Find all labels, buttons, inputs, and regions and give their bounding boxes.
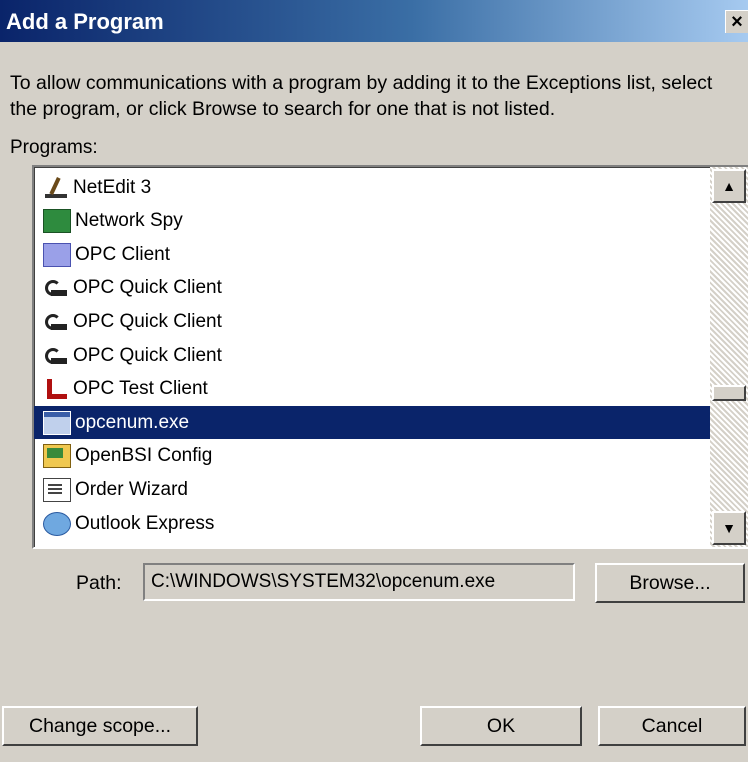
- title-bar: Add a Program ×: [0, 0, 748, 42]
- netedit-icon: [43, 177, 69, 199]
- window-title: Add a Program: [6, 9, 164, 34]
- close-button[interactable]: ×: [725, 10, 748, 33]
- scroll-up-button[interactable]: ▲: [712, 169, 746, 203]
- opc-client-icon: [43, 242, 71, 267]
- program-label: OpenBSI Config: [75, 445, 213, 467]
- program-label: OPC Quick Client: [73, 277, 222, 299]
- programs-listbox[interactable]: NetEdit 3 Network Spy OPC Client OPC Quick …: [32, 165, 748, 549]
- program-label: OPC Client: [75, 243, 171, 265]
- program-list-item[interactable]: NetEdit 3: [34, 171, 710, 204]
- opc-quick-client-icon: [43, 277, 69, 299]
- program-label: Network Spy: [75, 210, 183, 232]
- cancel-button[interactable]: Cancel: [598, 706, 746, 746]
- vertical-scrollbar[interactable]: ▲ ▼: [710, 167, 748, 547]
- scroll-thumb[interactable]: [712, 385, 746, 401]
- program-label: Order Wizard: [75, 478, 188, 500]
- path-label: Path:: [76, 572, 122, 594]
- program-list-item[interactable]: OPC Test Client: [34, 373, 710, 406]
- ok-button[interactable]: OK: [420, 706, 582, 746]
- change-scope-button[interactable]: Change scope...: [2, 706, 198, 746]
- opc-quick-client-icon: [43, 311, 69, 333]
- application-window-icon: [43, 410, 71, 435]
- program-list-item[interactable]: Network Spy: [34, 205, 710, 238]
- order-wizard-icon: [43, 477, 71, 502]
- program-list-item[interactable]: opcenum.exe: [34, 406, 710, 440]
- program-label: Outlook Express: [75, 512, 215, 534]
- programs-list: NetEdit 3 Network Spy OPC Client OPC Quick …: [34, 167, 710, 547]
- outlook-express-icon: [43, 511, 71, 536]
- opc-quick-client-icon: [43, 345, 69, 367]
- program-label: OPC Quick Client: [73, 344, 222, 366]
- network-spy-icon: [43, 209, 71, 234]
- scroll-down-button[interactable]: ▼: [712, 511, 746, 545]
- openbsi-config-icon: [43, 444, 71, 469]
- program-label: OPC Test Client: [73, 378, 208, 400]
- program-list-item[interactable]: Outlook Express: [34, 507, 710, 540]
- program-list-item[interactable]: OPC Client: [34, 238, 710, 271]
- instructions-text: To allow communications with a program b…: [10, 72, 713, 120]
- programs-label: Programs:: [10, 137, 98, 158]
- opc-test-client-icon: [43, 378, 69, 400]
- program-label: NetEdit 3: [73, 176, 152, 198]
- program-list-item[interactable]: OPC Quick Client: [34, 339, 710, 372]
- program-list-item[interactable]: OPC Quick Client: [34, 272, 710, 305]
- path-field[interactable]: C:\WINDOWS\SYSTEM32\opcenum.exe: [143, 563, 575, 601]
- program-label: OPC Quick Client: [73, 310, 222, 332]
- browse-button[interactable]: Browse...: [595, 563, 745, 603]
- program-list-item[interactable]: Order Wizard: [34, 473, 710, 506]
- program-list-item[interactable]: OPC Quick Client: [34, 305, 710, 338]
- program-label: opcenum.exe: [75, 411, 190, 433]
- program-list-item[interactable]: OpenBSI Config: [34, 440, 710, 473]
